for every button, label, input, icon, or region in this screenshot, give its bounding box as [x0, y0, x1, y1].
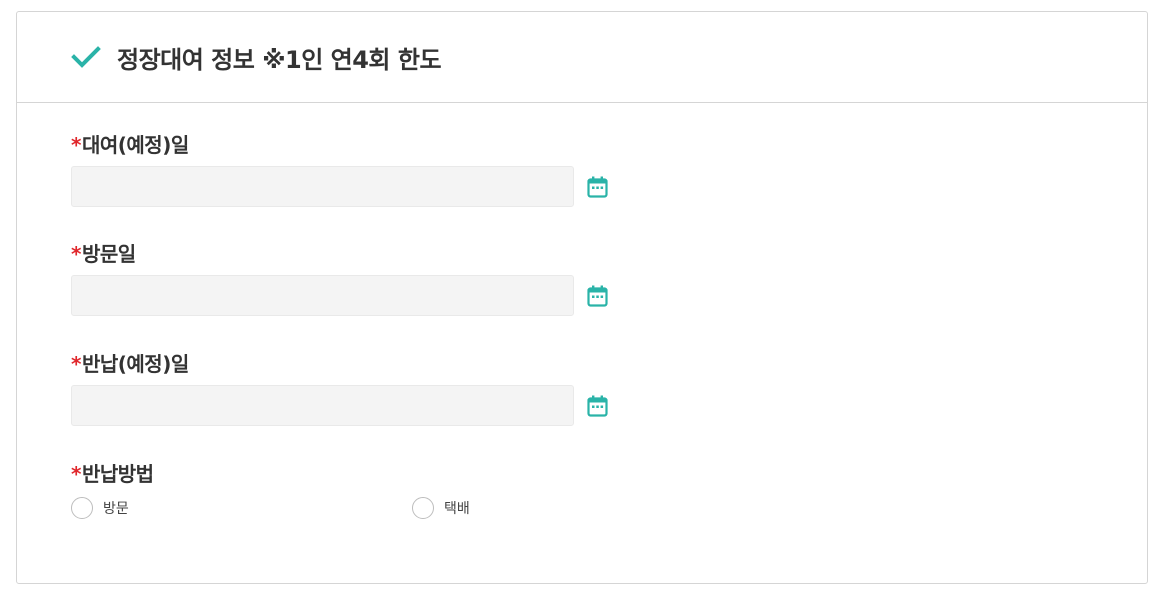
- rental-info-panel: 정장대여 정보 ※1인 연4회 한도 *대여(예정)일 *방문일 *반납(예정)…: [16, 11, 1148, 584]
- panel-header: 정장대여 정보 ※1인 연4회 한도: [17, 12, 1147, 103]
- required-marker: *: [71, 242, 81, 266]
- visit-date-label: *방문일: [71, 242, 136, 266]
- return-date-input[interactable]: [71, 385, 574, 426]
- rental-date-input[interactable]: [71, 166, 574, 207]
- calendar-icon[interactable]: [587, 176, 608, 198]
- visit-date-input[interactable]: [71, 275, 574, 316]
- radio-button[interactable]: [412, 497, 434, 519]
- radio-label: 택배: [444, 501, 470, 517]
- return-method-label: *반납방법: [71, 462, 154, 486]
- calendar-icon[interactable]: [587, 395, 608, 417]
- calendar-icon[interactable]: [587, 285, 608, 307]
- radio-option-visit[interactable]: 방문: [71, 497, 129, 519]
- required-marker: *: [71, 133, 81, 157]
- radio-button[interactable]: [71, 497, 93, 519]
- section-title: 정장대여 정보 ※1인 연4회 한도: [117, 45, 442, 74]
- required-marker: *: [71, 462, 81, 486]
- radio-option-delivery[interactable]: 택배: [412, 497, 470, 519]
- radio-label: 방문: [103, 501, 129, 517]
- required-marker: *: [71, 352, 81, 376]
- return-method-radio-group: 방문 택배: [71, 497, 671, 523]
- rental-date-label: *대여(예정)일: [71, 133, 189, 157]
- check-icon: [71, 45, 101, 69]
- return-date-label: *반납(예정)일: [71, 352, 189, 376]
